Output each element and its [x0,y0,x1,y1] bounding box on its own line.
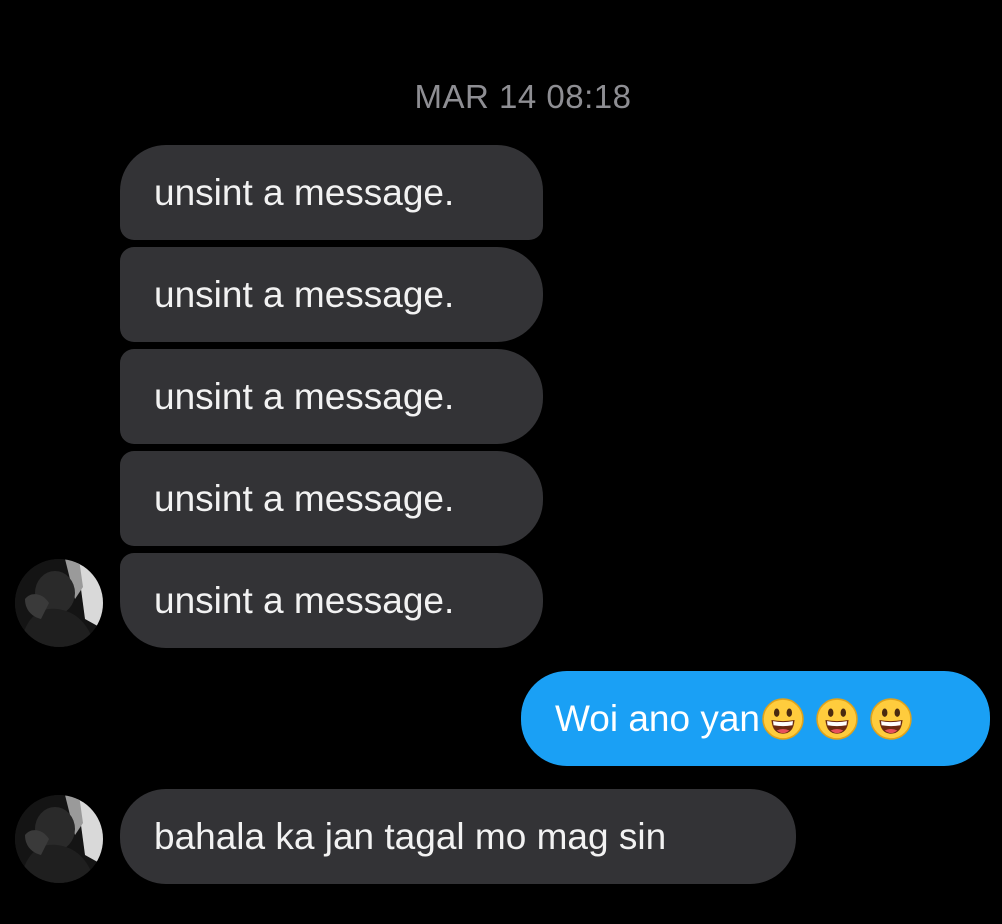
incoming-message-bubble[interactable]: unsint a message. [120,553,543,648]
message-text: unsint a message. [154,477,455,519]
incoming-message-bubble[interactable]: unsint a message. [120,349,543,444]
message-text: Woi ano yan [555,697,760,739]
incoming-message-bubble[interactable]: bahala ka jan tagal mo mag sin [120,789,796,884]
message-text: unsint a message. [154,171,455,213]
message-text: unsint a message. [154,579,455,621]
message-timestamp: MAR 14 08:18 [414,78,632,115]
incoming-message-bubble[interactable]: unsint a message. [120,247,543,342]
profile-photo [15,559,103,647]
message-text: unsint a message. [154,375,455,417]
message-text: bahala ka jan tagal mo mag sin [154,815,667,857]
outgoing-message-bubble[interactable]: Woi ano yan [521,671,990,766]
sender-avatar[interactable] [15,559,103,647]
grinning-face-emoji [870,697,912,740]
sender-avatar[interactable] [15,795,103,883]
grinning-face-emoji [816,697,858,740]
message-text: unsint a message. [154,273,455,315]
grinning-face-emoji [762,697,804,740]
incoming-message-bubble[interactable]: unsint a message. [120,451,543,546]
incoming-message-bubble[interactable]: unsint a message. [120,145,543,240]
profile-photo [15,795,103,883]
